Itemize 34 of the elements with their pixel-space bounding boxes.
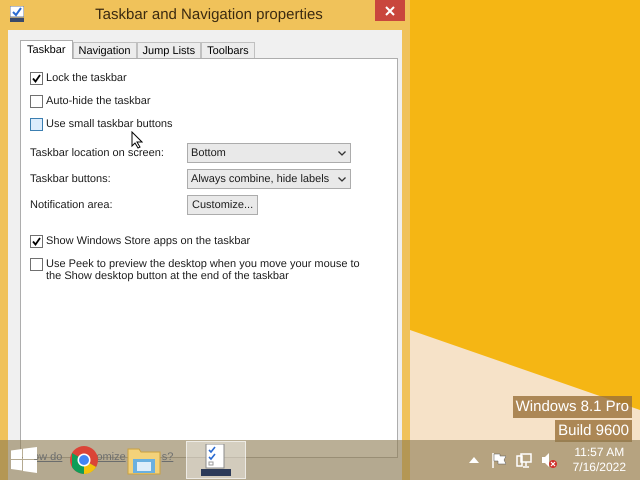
dropdown[interactable]: Bottom (187, 143, 351, 163)
checkbox[interactable] (30, 118, 43, 131)
tab[interactable]: Jump Lists (136, 42, 202, 58)
setting-label: Taskbar buttons: (30, 172, 112, 187)
setting-label: Notification area: (30, 198, 114, 213)
checkbox[interactable] (30, 235, 43, 248)
mouse-cursor-icon (131, 131, 143, 149)
taskbar-app-button[interactable] (186, 441, 246, 479)
flag-icon[interactable] (492, 452, 506, 468)
show-hidden-icons-icon[interactable] (468, 457, 479, 463)
chevron-down-icon (338, 176, 346, 182)
network-icon[interactable] (516, 452, 532, 468)
checkbox[interactable] (30, 72, 43, 85)
tab[interactable]: Taskbar (20, 40, 73, 59)
checkbox-label: Auto-hide the taskbar (46, 95, 152, 107)
close-button[interactable] (375, 0, 405, 21)
close-icon (385, 6, 395, 16)
setting-label: Taskbar location on screen: (30, 146, 165, 161)
window-title: Taskbar and Navigation properties (94, 4, 323, 25)
checkbox-label: Show Windows Store apps on the taskbar (46, 235, 252, 247)
desktop-watermark-text: Windows 8.1 Pro (512, 396, 632, 418)
checkbox-label: Use small taskbar buttons (46, 118, 174, 130)
checkbox-label: Use Peek to preview the desktop when you move your mouse to the Show desktop button at the end of the taskbar (46, 258, 361, 282)
checkbox-label: Lock the taskbar (46, 72, 128, 84)
chevron-down-icon (338, 150, 346, 156)
tab[interactable]: Navigation (72, 42, 137, 58)
checklist-icon (10, 6, 24, 22)
tab[interactable]: Toolbars (201, 42, 255, 58)
desktop-watermark-text: Build 9600 (555, 420, 632, 442)
checkbox[interactable] (30, 95, 43, 108)
customize-button[interactable]: Customize... (187, 195, 258, 215)
muted-speaker-icon[interactable] (540, 452, 557, 468)
checkbox[interactable] (30, 258, 43, 271)
dropdown[interactable]: Always combine, hide labels (187, 169, 351, 189)
